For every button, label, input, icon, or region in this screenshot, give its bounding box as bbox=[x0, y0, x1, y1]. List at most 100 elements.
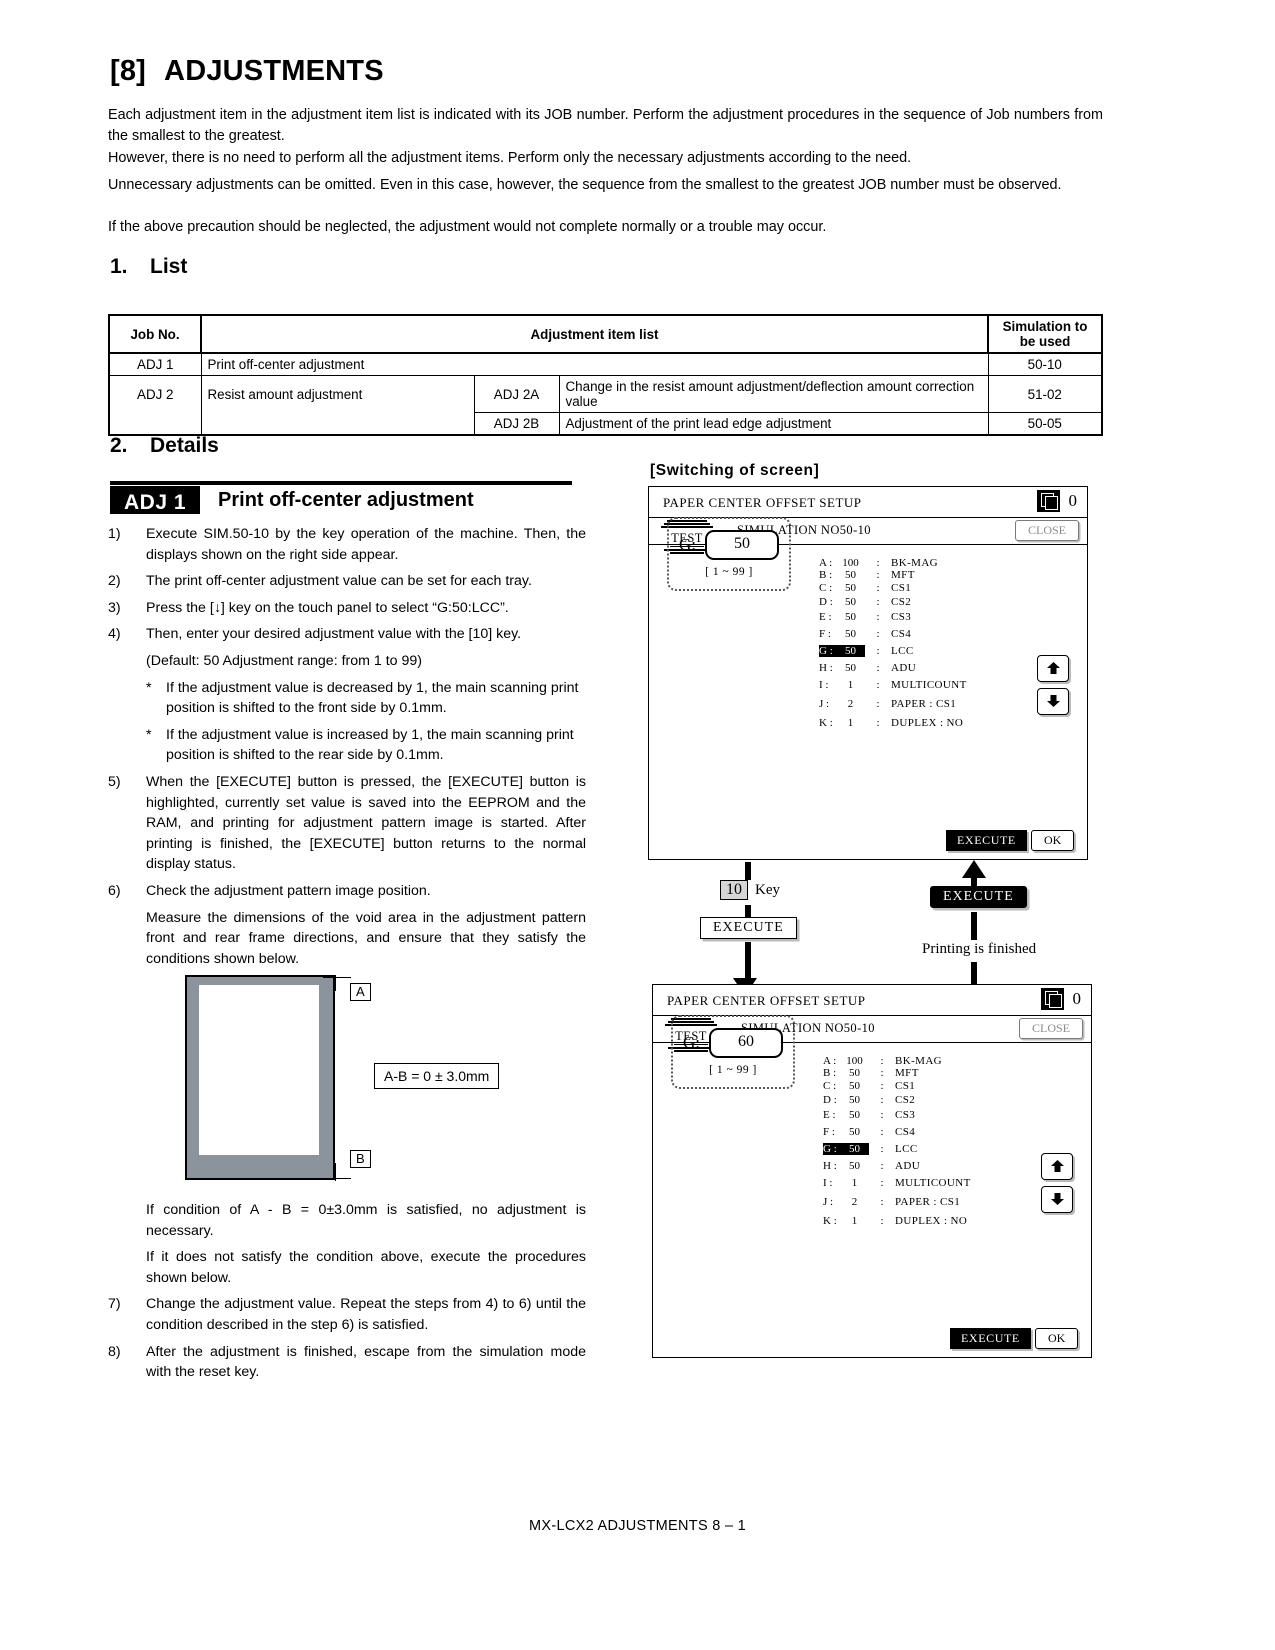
parameter-separator: : bbox=[876, 596, 880, 608]
parameter-row[interactable]: G : 50: LCC bbox=[819, 645, 967, 657]
step-text: Press the [↓] key on the touch panel to … bbox=[146, 599, 509, 616]
figure-label-a: A bbox=[350, 983, 371, 1001]
parameter-row[interactable]: H : 50: ADU bbox=[819, 662, 967, 674]
parameter-key: F : bbox=[823, 1126, 835, 1138]
parameter-list-bottom: A : 100: BK-MAG B : 50: MFT C : 50: CS1 D : 50: CS2… bbox=[823, 1055, 971, 1234]
parameter-key-value: I : 1 bbox=[819, 679, 865, 691]
parameter-value: 1 bbox=[847, 679, 854, 691]
parameter-key-value: E : 50 bbox=[819, 611, 865, 623]
parameter-row[interactable]: J : 2: PAPER : CS1 bbox=[823, 1196, 971, 1208]
parameter-key: A : bbox=[823, 1055, 837, 1067]
parameter-separator: : bbox=[880, 1196, 884, 1208]
close-button[interactable]: CLOSE bbox=[1018, 1018, 1083, 1039]
parameter-value: 50 bbox=[849, 1067, 860, 1079]
ten-key-annotation: 10 Key bbox=[718, 880, 782, 900]
page-footer: MX-LCX2 ADJUSTMENTS 8 – 1 bbox=[529, 1518, 746, 1534]
parameter-row[interactable]: C : 50: CS1 bbox=[823, 1080, 971, 1092]
step-item: 2) The print off-center adjustment value… bbox=[108, 571, 586, 592]
parameter-row[interactable]: G : 50: LCC bbox=[823, 1143, 971, 1155]
chapter-number: [8] bbox=[110, 55, 147, 87]
parameter-row[interactable]: C : 50: CS1 bbox=[819, 582, 967, 594]
parameter-row[interactable]: A : 100: BK-MAG bbox=[823, 1055, 971, 1067]
execute-button[interactable]: EXECUTE bbox=[946, 830, 1027, 851]
parameter-value: 50 bbox=[849, 1109, 860, 1121]
parameter-name: MULTICOUNT bbox=[895, 1177, 971, 1189]
void-area-figure bbox=[185, 975, 370, 1181]
parameter-name: CS2 bbox=[891, 596, 912, 608]
parameter-value: 50 bbox=[845, 662, 856, 674]
parameter-row[interactable]: F : 50: CS4 bbox=[819, 628, 967, 640]
adj1-banner: ADJ 1 Print off-center adjustment bbox=[110, 481, 572, 515]
parameter-name: PAPER : CS1 bbox=[891, 698, 957, 710]
header-job-no: Job No. bbox=[108, 314, 202, 354]
parameter-value: 50 bbox=[845, 611, 856, 623]
parameter-row[interactable]: D : 50: CS2 bbox=[819, 596, 967, 608]
scroll-down-button[interactable] bbox=[1037, 688, 1069, 715]
execute-button[interactable]: EXECUTE bbox=[950, 1328, 1031, 1349]
scroll-up-button[interactable] bbox=[1041, 1153, 1073, 1180]
parameter-row[interactable]: A : 100: BK-MAG bbox=[819, 557, 967, 569]
parameter-row[interactable]: B : 50: MFT bbox=[823, 1067, 971, 1079]
scroll-up-button[interactable] bbox=[1037, 655, 1069, 682]
parameter-row[interactable]: I : 1: MULTICOUNT bbox=[823, 1177, 971, 1189]
parameter-row[interactable]: D : 50: CS2 bbox=[823, 1094, 971, 1106]
parameter-row[interactable]: K : 1: DUPLEX : NO bbox=[823, 1215, 971, 1227]
parameter-row[interactable]: K : 1: DUPLEX : NO bbox=[819, 717, 967, 729]
parameter-row[interactable]: H : 50: ADU bbox=[823, 1160, 971, 1172]
bullet-star: * bbox=[146, 679, 152, 696]
flow-execute-pressed-label: EXECUTE bbox=[930, 886, 1027, 908]
parameter-value: 1 bbox=[847, 717, 854, 729]
parameter-separator: : bbox=[880, 1215, 884, 1227]
parameter-name: DUPLEX : NO bbox=[895, 1215, 968, 1227]
parameter-row[interactable]: F : 50: CS4 bbox=[823, 1126, 971, 1138]
step-item: 4) Then, enter your desired adjustment v… bbox=[108, 624, 586, 645]
scroll-down-button[interactable] bbox=[1041, 1186, 1073, 1213]
parameter-key-value: F : 50 bbox=[819, 628, 865, 640]
adjustment-list-table: Job No. Adjustment item list Simulation … bbox=[108, 314, 1103, 436]
parameter-row[interactable]: I : 1: MULTICOUNT bbox=[819, 679, 967, 691]
g-value-input[interactable]: 50 bbox=[705, 530, 779, 560]
parameter-value: 50 bbox=[845, 582, 856, 594]
cell-simulation: 50-10 bbox=[987, 352, 1103, 376]
ok-button[interactable]: OK bbox=[1035, 1328, 1079, 1349]
intro-paragraph-4: If the above precaution should be neglec… bbox=[108, 219, 827, 235]
parameter-row[interactable]: B : 50: MFT bbox=[819, 569, 967, 581]
ok-button[interactable]: OK bbox=[1031, 830, 1075, 851]
parameter-key: C : bbox=[819, 582, 833, 594]
parameter-value: 50 bbox=[845, 569, 856, 581]
step-marker: 3) bbox=[108, 599, 121, 616]
parameter-row[interactable]: E : 50: CS3 bbox=[819, 611, 967, 623]
ten-key-word: Key bbox=[755, 881, 780, 898]
document-page: [8] ADJUSTMENTS Each adjustment item in t… bbox=[0, 0, 1275, 1650]
g-value-input[interactable]: 60 bbox=[709, 1028, 783, 1058]
figure-label-b: B bbox=[350, 1150, 371, 1168]
parameter-value: 50 bbox=[845, 596, 856, 608]
g-value-entry-group: G: 50 [ 1 ~ 99 ] bbox=[667, 517, 791, 591]
parameter-separator: : bbox=[880, 1126, 884, 1138]
parameter-key: G : bbox=[823, 1143, 837, 1155]
section-list-number: 1. bbox=[110, 255, 128, 278]
parameter-key-value: A : 100 bbox=[819, 557, 865, 569]
adj1-tag: ADJ 1 bbox=[110, 486, 201, 514]
parameter-row[interactable]: E : 50: CS3 bbox=[823, 1109, 971, 1121]
close-button[interactable]: CLOSE bbox=[1014, 520, 1079, 541]
switching-of-screen-label: [Switching of screen] bbox=[650, 462, 820, 479]
parameter-key: G : bbox=[819, 645, 833, 657]
step-item: 8) After the adjustment is finished, esc… bbox=[108, 1342, 586, 1383]
adj1-title: Print off-center adjustment bbox=[218, 488, 474, 511]
parameter-separator: : bbox=[876, 582, 880, 594]
table-row: ADJ 2 Resist amount adjustment ADJ 2A Ch… bbox=[108, 375, 1103, 413]
note-text: If the adjustment value is increased by … bbox=[166, 726, 574, 764]
parameter-separator: : bbox=[876, 611, 880, 623]
parameter-name: DUPLEX : NO bbox=[891, 717, 964, 729]
parameter-key: K : bbox=[823, 1215, 837, 1227]
section-list-heading: 1. List bbox=[110, 255, 187, 279]
parameter-key-value: H : 50 bbox=[819, 662, 865, 674]
parameter-name: ADU bbox=[891, 662, 917, 674]
parameter-name: CS4 bbox=[891, 628, 912, 640]
section-details-heading: 2. Details bbox=[110, 434, 219, 458]
section-details-title: Details bbox=[150, 434, 219, 457]
parameter-name: CS4 bbox=[895, 1126, 916, 1138]
setup-label: PAPER CENTER OFFSET SETUP bbox=[667, 993, 866, 1008]
parameter-row[interactable]: J : 2: PAPER : CS1 bbox=[819, 698, 967, 710]
